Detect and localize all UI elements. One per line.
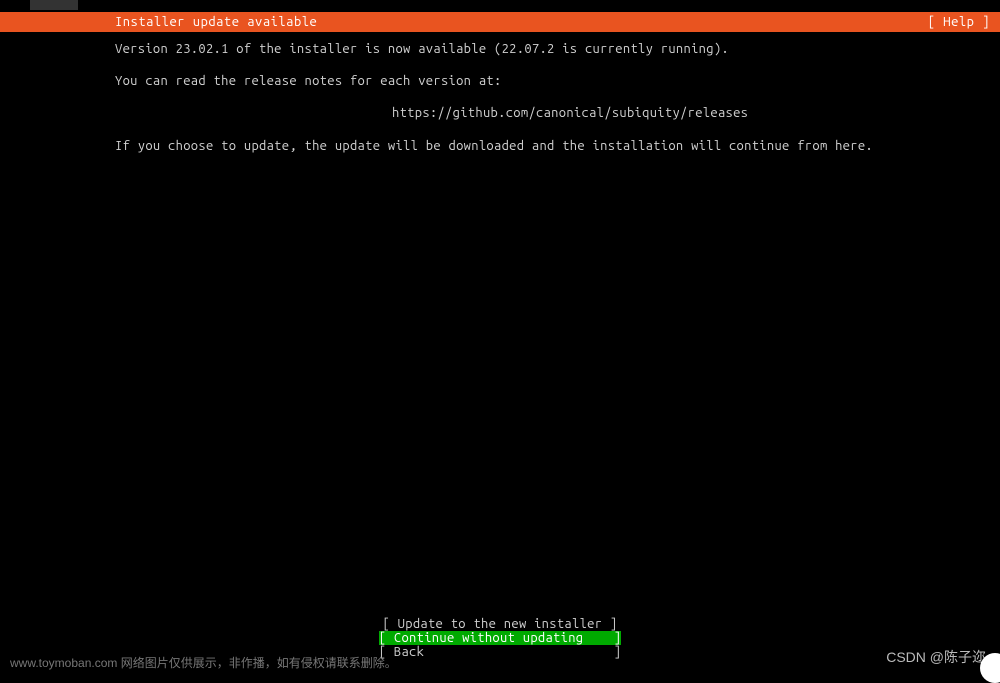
content-area: Version 23.02.1 of the installer is now …	[115, 40, 980, 169]
page-title: Installer update available	[115, 15, 317, 29]
watermark-left: www.toymoban.com 网络图片仅供展示，非作播，如有侵权请联系删除。	[10, 654, 397, 671]
help-button[interactable]: [ Help ]	[928, 15, 990, 29]
release-notes-url: https://github.com/canonical/subiquity/r…	[115, 104, 980, 122]
back-button[interactable]: [ Back ]	[379, 645, 622, 659]
header-bar: Installer update available [ Help ]	[0, 12, 1000, 32]
update-button[interactable]: [ Update to the new installer ]	[383, 617, 618, 631]
button-area: [ Update to the new installer ] [ Contin…	[0, 617, 1000, 659]
continue-button[interactable]: [ Continue without updating ]	[379, 631, 622, 645]
release-notes-intro: You can read the release notes for each …	[115, 72, 980, 90]
update-instruction-text: If you choose to update, the update will…	[115, 137, 980, 155]
version-info-text: Version 23.02.1 of the installer is now …	[115, 40, 980, 58]
watermark-right: CSDN @陈子迩	[886, 647, 986, 667]
corner-decoration	[980, 653, 1000, 683]
terminal-tab	[30, 0, 78, 10]
